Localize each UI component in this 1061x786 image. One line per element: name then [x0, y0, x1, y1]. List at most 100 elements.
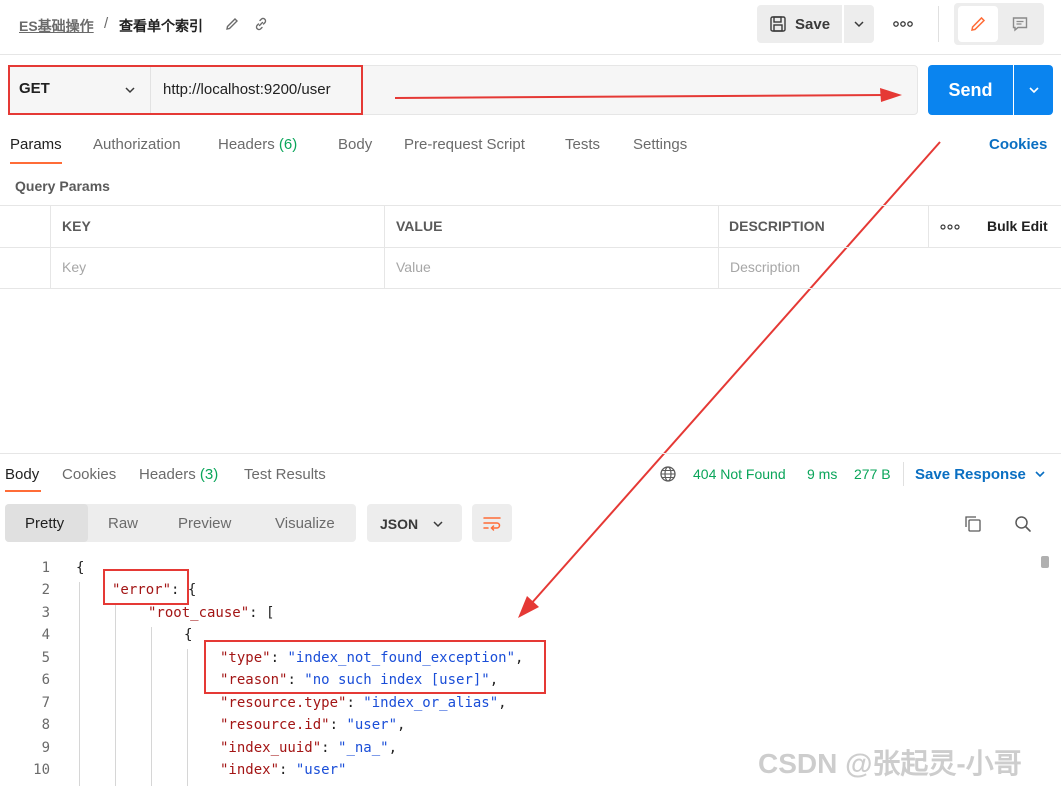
line-number: 6: [41, 672, 50, 688]
column-header-description: DESCRIPTION: [729, 218, 825, 234]
annotation-box-reason: [204, 640, 546, 694]
response-tab-body[interactable]: Body: [5, 466, 39, 483]
response-tab-headers[interactable]: Headers (3): [139, 466, 218, 483]
code-line: {: [184, 627, 193, 643]
chevron-down-icon[interactable]: [1032, 466, 1048, 482]
line-number: 5: [41, 650, 50, 666]
json-punct: :: [279, 762, 296, 778]
json-value: "_na_": [338, 740, 389, 756]
tab-pre-request-script[interactable]: Pre-request Script: [404, 136, 525, 153]
column-header-key: KEY: [62, 218, 91, 234]
tab-headers-label: Headers: [218, 136, 275, 153]
code-line: "resource.type": "index_or_alias",: [220, 695, 507, 711]
param-value-input[interactable]: Value: [396, 259, 431, 275]
view-mode-preview[interactable]: Preview: [178, 515, 231, 532]
line-number: 7: [41, 695, 50, 711]
code-line: "index_uuid": "_na_",: [220, 740, 397, 756]
view-mode-visualize[interactable]: Visualize: [275, 515, 335, 532]
json-value: "index_or_alias": [363, 695, 499, 711]
json-punct: : [: [249, 605, 275, 621]
indent-guide: [151, 627, 152, 786]
code-line: "resource.id": "user",: [220, 717, 405, 733]
code-line: "root_cause": [: [148, 605, 274, 621]
tab-tests[interactable]: Tests: [565, 136, 600, 153]
active-tab-indicator: [10, 162, 62, 164]
param-key-input[interactable]: Key: [62, 259, 86, 275]
line-number: 4: [41, 627, 50, 643]
annotation-arrow-line: [394, 94, 886, 99]
table-border: [0, 288, 1061, 289]
globe-icon[interactable]: [658, 464, 678, 484]
annotation-box-error: [103, 569, 189, 605]
code-line: {: [76, 560, 85, 576]
json-punct: ,: [498, 695, 507, 711]
table-border: [384, 205, 385, 289]
response-time[interactable]: 9 ms: [807, 466, 837, 482]
json-key: "index": [220, 762, 280, 778]
table-border: [0, 247, 1061, 248]
divider: [903, 462, 904, 486]
response-tab-test-results[interactable]: Test Results: [244, 466, 326, 483]
response-headers-count: (3): [199, 466, 219, 483]
json-key: "resource.type": [220, 695, 347, 711]
response-tab-cookies[interactable]: Cookies: [62, 466, 116, 483]
status-code[interactable]: 404 Not Found: [693, 466, 786, 482]
tab-settings[interactable]: Settings: [633, 136, 687, 153]
chevron-down-icon: [430, 516, 446, 532]
json-value: "user": [295, 762, 347, 778]
response-size[interactable]: 277 B: [854, 466, 891, 482]
indent-guide: [79, 582, 80, 786]
tab-body[interactable]: Body: [338, 136, 372, 153]
json-value: "user": [346, 717, 398, 733]
send-button[interactable]: Send: [928, 65, 1013, 115]
send-options-button[interactable]: [1014, 65, 1053, 115]
indent-guide: [115, 604, 116, 786]
response-tab-headers-label: Headers: [139, 466, 196, 483]
format-select-label: JSON: [380, 516, 419, 532]
wrap-lines-icon: [483, 517, 501, 531]
json-key: "resource.id": [220, 717, 330, 733]
bulk-edit-button[interactable]: Bulk Edit: [987, 218, 1048, 234]
json-punct: :: [329, 717, 347, 733]
line-number: 9: [41, 740, 50, 756]
json-punct: :: [321, 740, 339, 756]
cookies-link[interactable]: Cookies: [989, 136, 1047, 153]
json-punct: :: [346, 695, 364, 711]
table-border: [928, 205, 929, 247]
line-number: 3: [41, 605, 50, 621]
ellipsis-icon[interactable]: [938, 221, 962, 233]
line-number: 2: [41, 582, 50, 598]
headers-count: (6): [278, 136, 298, 153]
scrollbar[interactable]: [1041, 556, 1049, 568]
chevron-down-icon: [1028, 87, 1039, 94]
code-line: "index": "user": [220, 762, 346, 778]
copy-icon[interactable]: [962, 513, 984, 535]
line-number: 8: [41, 717, 50, 733]
table-border: [0, 205, 1061, 206]
query-params-heading: Query Params: [15, 178, 110, 194]
wrap-lines-button[interactable]: [472, 504, 512, 542]
tab-authorization[interactable]: Authorization: [93, 136, 181, 153]
save-response-button[interactable]: Save Response: [915, 466, 1026, 483]
annotation-arrow-line: [529, 141, 941, 606]
pane-resize-divider[interactable]: [0, 453, 1061, 454]
json-punct: ,: [388, 740, 398, 756]
annotation-arrowhead: [880, 88, 902, 102]
search-icon[interactable]: [1012, 513, 1034, 535]
json-key: "root_cause": [148, 605, 250, 621]
table-border: [50, 205, 51, 289]
watermark: CSDN @张起灵-小哥: [758, 748, 1022, 779]
tab-params[interactable]: Params: [10, 136, 62, 153]
view-mode-raw[interactable]: Raw: [108, 515, 138, 532]
param-description-input[interactable]: Description: [730, 259, 800, 275]
line-number: 10: [33, 762, 50, 778]
column-header-value: VALUE: [396, 218, 443, 234]
json-punct: ,: [397, 717, 406, 733]
active-tab-indicator: [5, 490, 41, 492]
line-number: 1: [41, 560, 50, 576]
table-border: [718, 205, 719, 289]
json-key: "index_uuid": [220, 740, 322, 756]
view-mode-pretty[interactable]: Pretty: [25, 515, 64, 532]
tab-headers[interactable]: Headers (6): [218, 136, 297, 153]
indent-guide: [187, 649, 188, 786]
